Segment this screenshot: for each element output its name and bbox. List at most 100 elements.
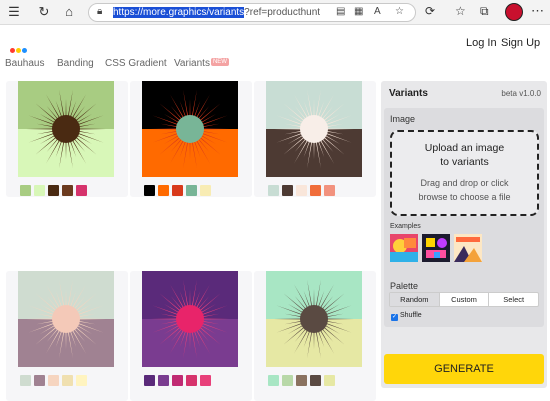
extension-icon[interactable]: ⟳: [425, 4, 435, 18]
grid-icon[interactable]: ▦: [354, 6, 363, 17]
color-swatch[interactable]: [324, 185, 335, 196]
signup-link[interactable]: Sign Up: [501, 37, 540, 49]
version-label: beta v1.0.0: [501, 89, 541, 98]
refresh-icon[interactable]: ↻: [36, 4, 52, 20]
example-image-3[interactable]: [454, 234, 482, 262]
color-swatch[interactable]: [20, 185, 31, 196]
upload-hint-line2: browse to choose a file: [418, 192, 511, 202]
login-link[interactable]: Log In: [466, 37, 497, 49]
color-swatch[interactable]: [144, 375, 155, 386]
panel-title: Variants: [389, 88, 428, 99]
color-swatch[interactable]: [76, 375, 87, 386]
read-aloud-icon[interactable]: A: [374, 6, 381, 17]
upload-dropzone[interactable]: Upload an image to variants Drag and dro…: [390, 130, 539, 216]
logo-dot: [22, 48, 27, 53]
tab-variants-label: Variants: [174, 58, 210, 69]
color-swatch[interactable]: [172, 375, 183, 386]
color-swatch[interactable]: [186, 375, 197, 386]
favorites-icon[interactable]: ☆: [455, 4, 466, 18]
shuffle-label: Shuffle: [400, 312, 422, 319]
color-swatch[interactable]: [76, 185, 87, 196]
color-swatch[interactable]: [48, 185, 59, 196]
profile-avatar[interactable]: [505, 3, 523, 21]
app-logo[interactable]: [10, 40, 28, 58]
color-swatch[interactable]: [310, 185, 321, 196]
variant-artwork: [266, 271, 362, 367]
color-swatch[interactable]: [158, 185, 169, 196]
swatch-row: [20, 183, 90, 201]
color-swatch[interactable]: [268, 185, 279, 196]
favorite-add-icon[interactable]: ☆: [395, 6, 404, 17]
browser-toolbar: ☰ ↻ ⌂ 🔒︎ https://more.graphics/variants?…: [0, 0, 550, 25]
sunburst-center: [300, 305, 328, 333]
color-swatch[interactable]: [200, 375, 211, 386]
color-swatch[interactable]: [324, 375, 335, 386]
tab-css-gradient[interactable]: CSS Gradient: [105, 58, 167, 69]
tab-bauhaus[interactable]: Bauhaus: [5, 58, 44, 69]
variant-artwork: [266, 81, 362, 177]
image-label: Image: [390, 114, 416, 124]
example-image-2[interactable]: [422, 234, 450, 262]
color-swatch[interactable]: [282, 375, 293, 386]
color-swatch[interactable]: [310, 375, 321, 386]
variant-artwork: [142, 81, 238, 177]
address-bar[interactable]: 🔒︎ https://more.graphics/variants?ref=pr…: [88, 3, 416, 22]
sunburst-center: [176, 305, 204, 333]
swatch-row: [144, 373, 214, 391]
sunburst-center: [300, 115, 328, 143]
color-swatch[interactable]: [200, 185, 211, 196]
palette-option-select[interactable]: Select: [489, 293, 538, 306]
reader-view-icon[interactable]: ▤: [336, 6, 345, 17]
variant-artwork: [18, 81, 114, 177]
shuffle-checkbox[interactable]: ✓ Shuffle: [391, 312, 422, 321]
color-swatch[interactable]: [62, 185, 73, 196]
color-swatch[interactable]: [144, 185, 155, 196]
color-swatch[interactable]: [62, 375, 73, 386]
logo-dot: [10, 48, 15, 53]
sunburst-center: [52, 305, 80, 333]
variants-panel: Variants beta v1.0.0 Image Upload an ima…: [381, 81, 547, 388]
color-swatch[interactable]: [172, 185, 183, 196]
variant-card[interactable]: [6, 271, 128, 401]
variant-artwork: [142, 271, 238, 367]
palette-option-random[interactable]: Random: [390, 293, 440, 306]
color-swatch[interactable]: [186, 185, 197, 196]
swatch-row: [144, 183, 214, 201]
palette-option-custom[interactable]: Custom: [440, 293, 490, 306]
variant-card[interactable]: [130, 271, 252, 401]
upload-title-line1: Upload an image: [424, 142, 505, 154]
new-badge: NEW: [210, 58, 229, 66]
collections-icon[interactable]: ⧉: [480, 4, 489, 19]
color-swatch[interactable]: [20, 375, 31, 386]
checkbox-check-icon[interactable]: ✓: [391, 314, 398, 321]
generate-button[interactable]: GENERATE: [384, 354, 544, 384]
sunburst-center: [176, 115, 204, 143]
variant-card[interactable]: [130, 81, 252, 197]
color-swatch[interactable]: [282, 185, 293, 196]
variant-card[interactable]: [254, 271, 376, 401]
tab-variants[interactable]: Variants NEW: [174, 58, 229, 69]
upload-title-line2: to variants: [440, 156, 489, 168]
tab-banding[interactable]: Banding: [57, 58, 94, 69]
example-image-1[interactable]: [390, 234, 418, 262]
sunburst-center: [52, 115, 80, 143]
upload-hint-line1: Drag and drop or click: [420, 178, 509, 188]
color-swatch[interactable]: [296, 185, 307, 196]
variant-card[interactable]: [254, 81, 376, 197]
menu-icon[interactable]: ☰: [6, 4, 22, 20]
variant-artwork: [18, 271, 114, 367]
swatch-row: [268, 183, 338, 201]
image-section: Image Upload an image to variants Drag a…: [384, 108, 544, 295]
address-url[interactable]: https://more.graphics/variants?ref=produ…: [113, 7, 320, 18]
color-swatch[interactable]: [34, 375, 45, 386]
color-swatch[interactable]: [158, 375, 169, 386]
color-swatch[interactable]: [48, 375, 59, 386]
color-swatch[interactable]: [296, 375, 307, 386]
home-icon[interactable]: ⌂: [61, 4, 77, 20]
color-swatch[interactable]: [34, 185, 45, 196]
palette-box: Palette Random Custom Select ✓ Shuffle: [384, 275, 544, 327]
variant-card[interactable]: [6, 81, 128, 197]
palette-label: Palette: [390, 281, 419, 291]
more-options-icon[interactable]: ⋯: [531, 3, 544, 19]
color-swatch[interactable]: [268, 375, 279, 386]
